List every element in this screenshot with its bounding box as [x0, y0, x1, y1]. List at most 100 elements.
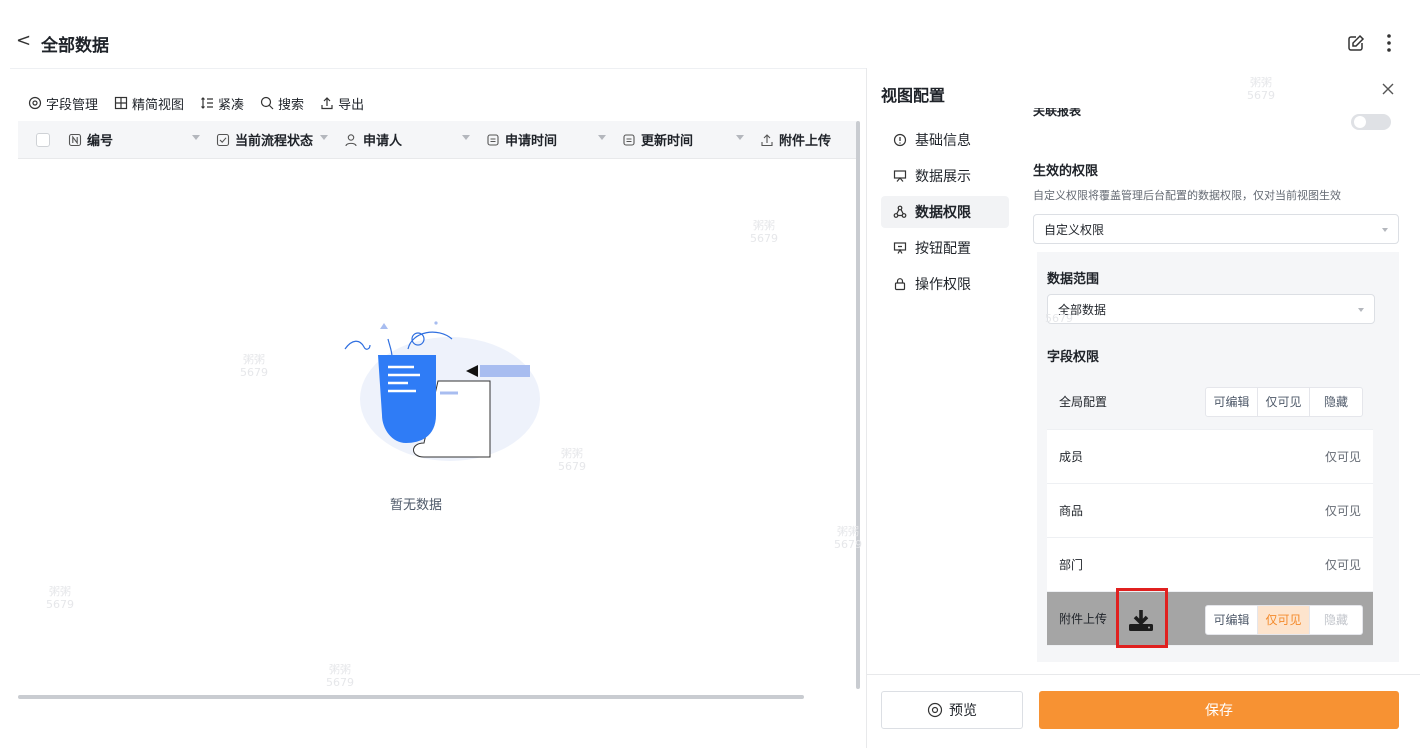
- select-all-cell: [18, 121, 60, 158]
- field-row-member[interactable]: 成员 仅可见: [1047, 430, 1373, 484]
- more-icon[interactable]: [1386, 33, 1392, 53]
- nav-item-button-config[interactable]: 按钮配置: [881, 232, 1009, 264]
- chevron-down-icon[interactable]: [320, 135, 328, 140]
- effective-permission-title: 生效的权限: [1033, 164, 1099, 179]
- column-label: 申请时间: [505, 134, 558, 149]
- field-row-attachment[interactable]: 附件上传 可编辑 仅可见 隐藏: [1047, 592, 1373, 646]
- panel-title: 视图配置: [881, 86, 946, 105]
- export-button[interactable]: 导出: [320, 93, 364, 113]
- nav-item-operation-permission[interactable]: 操作权限: [881, 268, 1009, 300]
- upload-icon: [321, 97, 333, 110]
- simple-view-label: 精简视图: [132, 97, 185, 113]
- vertical-scrollbar[interactable]: [856, 121, 860, 689]
- field-permission-title: 字段权限: [1047, 350, 1100, 365]
- horizontal-scrollbar[interactable]: [18, 695, 804, 699]
- export-label: 导出: [338, 97, 365, 113]
- preview-button[interactable]: 预览: [881, 691, 1023, 729]
- watermark: 粥粥 5679: [750, 219, 778, 245]
- panel-footer: 预览 保存: [867, 674, 1420, 748]
- chevron-down-icon: [1358, 308, 1364, 312]
- column-label: 编号: [87, 134, 114, 149]
- nav-item-data-display[interactable]: 数据展示: [881, 160, 1009, 192]
- global-permission-segmented: 可编辑 仅可见 隐藏: [1205, 387, 1363, 417]
- option-hidden[interactable]: 隐藏: [1310, 388, 1362, 416]
- watermark: 粥粥 5679: [46, 585, 74, 611]
- chevron-down-icon[interactable]: [736, 135, 744, 140]
- highlight-box: [1116, 588, 1168, 648]
- field-row-department[interactable]: 部门 仅可见: [1047, 538, 1373, 592]
- column-header-number[interactable]: 编号: [60, 121, 208, 158]
- row-label: 附件上传: [1059, 612, 1108, 626]
- column-header-update-time[interactable]: 更新时间: [614, 121, 752, 158]
- select-all-checkbox[interactable]: [36, 132, 50, 147]
- watermark: 粥粥 5679: [326, 663, 354, 689]
- page: < 全部数据 字段管理 精简视图 紧凑 搜索 导出 编号 当前流程状态 申请人 …: [0, 0, 1420, 748]
- nav-item-basic-info[interactable]: 基础信息: [881, 124, 1009, 156]
- close-icon[interactable]: [1381, 82, 1395, 96]
- column-header-status[interactable]: 当前流程状态: [208, 121, 336, 158]
- select-value: 自定义权限: [1044, 222, 1105, 237]
- config-content: 关联报表 生效的权限 自定义权限将覆盖管理后台配置的数据权限，仅对当前视图生效 …: [1033, 108, 1399, 662]
- effective-permission-hint: 自定义权限将覆盖管理后台配置的数据权限，仅对当前视图生效: [1033, 189, 1341, 202]
- nav-item-label: 数据权限: [915, 205, 971, 221]
- save-button[interactable]: 保存: [1039, 691, 1399, 729]
- watermark: 粥粥 5679: [558, 447, 586, 473]
- line-height-icon: [201, 97, 214, 109]
- user-icon: [345, 133, 357, 146]
- search-label: 搜索: [278, 97, 305, 113]
- option-view-only[interactable]: 仅可见: [1258, 388, 1310, 416]
- eye-icon: [927, 702, 943, 718]
- nav-item-label: 基础信息: [915, 133, 971, 149]
- option-view-only[interactable]: 仅可见: [1258, 606, 1310, 634]
- chevron-down-icon: [1382, 228, 1388, 232]
- data-scope-select[interactable]: 全部数据: [1047, 294, 1375, 324]
- chevron-down-icon[interactable]: [598, 135, 606, 140]
- compact-button[interactable]: 紧凑: [200, 93, 244, 113]
- grid-icon: [114, 96, 128, 110]
- effective-permission-select[interactable]: 自定义权限: [1033, 214, 1399, 244]
- column-header-apply-time[interactable]: 申请时间: [478, 121, 614, 158]
- watermark: 粥粥 5679: [240, 353, 268, 379]
- button-config-icon: [893, 242, 907, 254]
- back-icon[interactable]: <: [16, 30, 31, 51]
- row-permission-value: 仅可见: [1324, 450, 1361, 464]
- empty-state-text: 暂无数据: [390, 498, 443, 513]
- linked-report-label: 关联报表: [1033, 108, 1082, 118]
- field-permission-table: 全局配置 可编辑 仅可见 隐藏 成员 仅可见 商品 仅可见 部门 仅可见 附件上…: [1047, 374, 1373, 646]
- global-config-row: 全局配置 可编辑 仅可见 隐藏: [1047, 374, 1373, 430]
- column-header-applicant[interactable]: 申请人: [336, 121, 478, 158]
- simple-view-button[interactable]: 精简视图: [114, 93, 184, 113]
- field-row-product[interactable]: 商品 仅可见: [1047, 484, 1373, 538]
- empty-state-illustration: [344, 321, 540, 461]
- checkbox-field-icon: [216, 133, 230, 146]
- search-button[interactable]: 搜索: [260, 93, 304, 113]
- edit-icon[interactable]: [1347, 34, 1365, 52]
- upload-icon: [761, 133, 773, 146]
- calendar-icon: [487, 133, 499, 146]
- info-icon: [893, 133, 907, 147]
- column-header-attachment[interactable]: 附件上传: [752, 121, 852, 158]
- preview-label: 预览: [949, 703, 977, 719]
- row-label: 成员: [1059, 450, 1084, 464]
- row-label: 全局配置: [1059, 395, 1108, 409]
- field-manage-button[interactable]: 字段管理: [28, 93, 98, 113]
- settings-icon: [28, 96, 42, 110]
- column-label: 当前流程状态: [235, 134, 314, 149]
- chevron-down-icon[interactable]: [462, 135, 470, 140]
- nav-item-label: 按钮配置: [915, 241, 971, 257]
- option-hidden[interactable]: 隐藏: [1310, 606, 1362, 634]
- nav-item-data-permission[interactable]: 数据权限: [881, 196, 1009, 228]
- column-label: 申请人: [363, 134, 403, 149]
- lock-icon: [894, 278, 906, 291]
- row-label: 部门: [1059, 558, 1084, 572]
- linked-report-toggle[interactable]: [1351, 114, 1391, 130]
- nav-item-label: 数据展示: [915, 169, 971, 185]
- chevron-down-icon[interactable]: [192, 135, 200, 140]
- column-label: 附件上传: [779, 134, 832, 149]
- option-editable[interactable]: 可编辑: [1206, 606, 1258, 634]
- watermark: 粥粥 5679: [1247, 76, 1275, 102]
- option-editable[interactable]: 可编辑: [1206, 388, 1258, 416]
- search-icon: [260, 96, 274, 110]
- config-nav: 基础信息 数据展示 数据权限 按钮配置 操作权限: [881, 124, 1009, 304]
- number-field-icon: [68, 133, 82, 146]
